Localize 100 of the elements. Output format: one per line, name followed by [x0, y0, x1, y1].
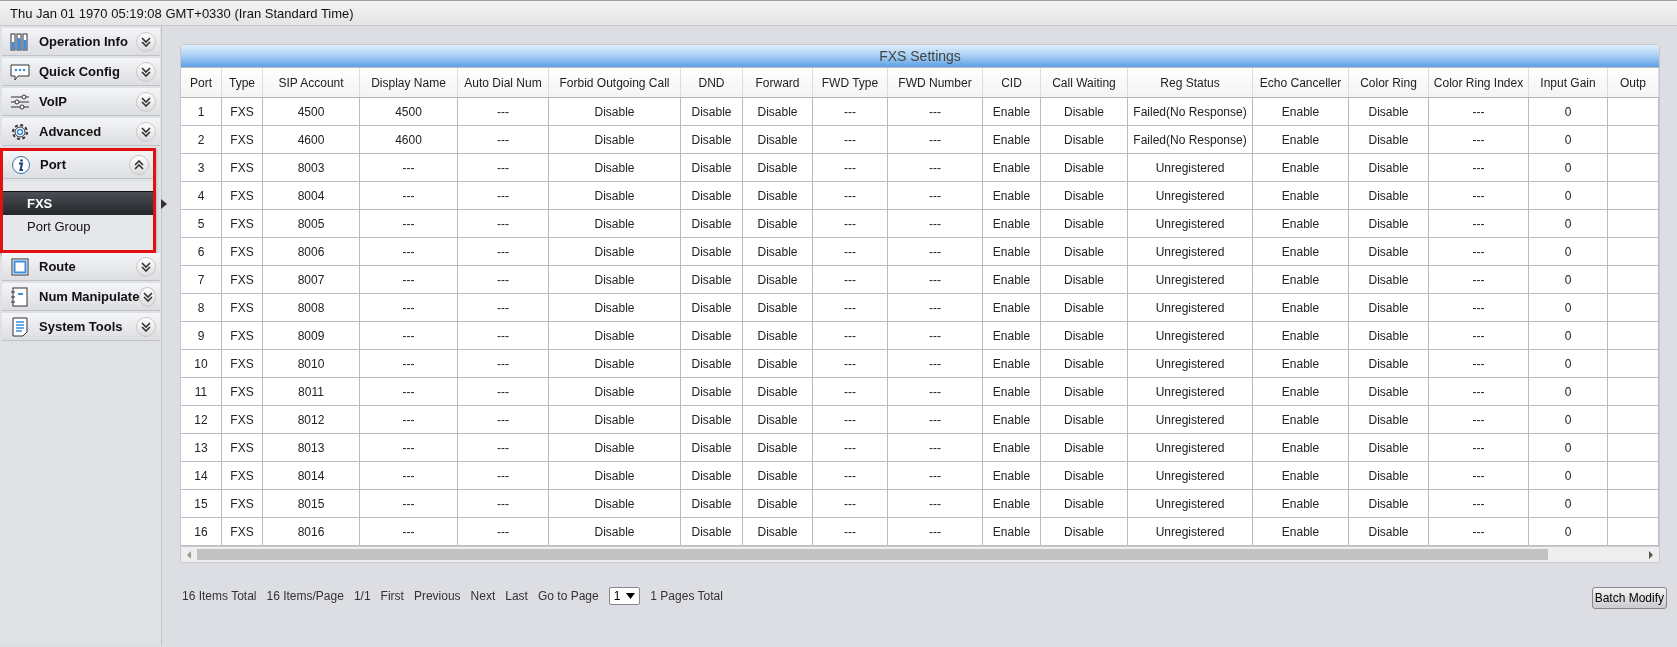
table-cell: 9 — [181, 321, 222, 350]
table-cell: Disable — [1040, 377, 1128, 406]
expand-chevron-icon[interactable] — [136, 121, 156, 142]
table-cell: Unregistered — [1127, 237, 1253, 266]
expand-chevron-icon[interactable] — [136, 31, 156, 52]
sidebar-menu-item[interactable]: VoIP — [2, 88, 160, 116]
table-cell: Disable — [548, 405, 681, 434]
table-cell: --- — [457, 349, 549, 378]
table-cell: Enable — [982, 517, 1041, 546]
page-dropdown[interactable]: 1 — [608, 587, 641, 605]
pointer-icon — [161, 199, 167, 209]
table-cell: 3 — [181, 153, 222, 182]
table-cell: --- — [887, 377, 983, 406]
table-cell: Unregistered — [1127, 153, 1253, 182]
column-header: DND — [680, 68, 743, 98]
table-cell: FXS — [221, 349, 263, 378]
column-header: Outp — [1607, 68, 1659, 98]
table-cell: Enable — [1252, 461, 1349, 490]
sidebar-menu-item[interactable]: Advanced — [2, 118, 160, 146]
column-header: FWD Type — [812, 68, 888, 98]
table-cell: --- — [1428, 461, 1529, 490]
table-cell: Disable — [680, 181, 743, 210]
table-cell: Disable — [548, 97, 681, 126]
batch-modify-button[interactable]: Batch Modify — [1591, 587, 1667, 609]
table-cell: 4 — [181, 181, 222, 210]
table-cell: --- — [359, 293, 458, 322]
table-cell: Disable — [1348, 125, 1429, 154]
table-cell: Disable — [1040, 489, 1128, 518]
sidebar-menu-item[interactable]: Route — [2, 253, 160, 281]
expand-chevron-icon[interactable] — [136, 316, 156, 337]
sidebar-menu-item[interactable]: Operation Info — [2, 28, 160, 56]
expand-chevron-icon[interactable] — [136, 256, 156, 277]
sidebar-menu-item[interactable]: Port — [3, 151, 153, 179]
table-cell: --- — [812, 489, 888, 518]
table-cell: Disable — [548, 125, 681, 154]
expand-chevron-icon[interactable] — [139, 286, 156, 307]
table-cell: Disable — [548, 433, 681, 462]
table-cell: --- — [1428, 517, 1529, 546]
table-cell: --- — [1428, 237, 1529, 266]
table-cell: Disable — [1348, 461, 1429, 490]
previous-page-link[interactable]: Previous — [413, 589, 461, 603]
menu-label: Advanced — [39, 124, 103, 139]
table-cell: --- — [457, 489, 549, 518]
horizontal-scrollbar[interactable] — [181, 546, 1659, 562]
table-cell: 2 — [181, 125, 222, 154]
table-cell: Disable — [548, 489, 681, 518]
sidebar-menu-item[interactable]: Quick Config — [2, 58, 160, 86]
scroll-right-icon[interactable] — [1647, 550, 1655, 559]
table-cell: --- — [887, 321, 983, 350]
table-cell: --- — [359, 461, 458, 490]
table-cell: Disable — [680, 433, 743, 462]
table-cell: Disable — [1040, 405, 1128, 434]
first-page-link[interactable]: First — [380, 589, 404, 603]
table-cell: 11 — [181, 377, 222, 406]
table-cell: Disable — [742, 125, 813, 154]
table-cell: --- — [1428, 405, 1529, 434]
table-cell: Enable — [982, 97, 1041, 126]
table-cell: --- — [887, 209, 983, 238]
table-cell: Enable — [982, 349, 1041, 378]
menu-label: Operation Info — [39, 34, 129, 49]
table-cell: Enable — [1252, 181, 1349, 210]
table-cell: Disable — [1040, 125, 1128, 154]
table-cell: 8015 — [262, 489, 360, 518]
expand-chevron-icon[interactable] — [136, 91, 156, 112]
last-page-link[interactable]: Last — [505, 589, 528, 603]
items-total-text: 16 Items Total — [182, 589, 257, 603]
table-cell: Enable — [982, 293, 1041, 322]
table-cell: --- — [457, 405, 549, 434]
column-header: Input Gain — [1528, 68, 1608, 98]
table-cell: Disable — [548, 349, 681, 378]
table-cell: Disable — [1040, 349, 1128, 378]
collapse-chevron-icon[interactable] — [129, 154, 149, 175]
next-page-link[interactable]: Next — [470, 589, 496, 603]
table-cell: 8007 — [262, 265, 360, 294]
table-cell: Disable — [742, 153, 813, 182]
table-cell: Enable — [982, 209, 1041, 238]
table-cell: Disable — [1040, 433, 1128, 462]
expand-chevron-icon[interactable] — [136, 61, 156, 82]
table-cell: --- — [812, 349, 888, 378]
table-cell: --- — [887, 181, 983, 210]
scrollbar-thumb[interactable] — [197, 549, 1548, 560]
table-cell: 0 — [1528, 293, 1608, 322]
sidebar-menu-item[interactable]: Num Manipulate — [2, 283, 160, 311]
table-cell: --- — [359, 405, 458, 434]
table-cell: --- — [457, 153, 549, 182]
table-cell: --- — [359, 209, 458, 238]
table-cell: --- — [812, 405, 888, 434]
table-cell: Enable — [982, 433, 1041, 462]
table-cell: Disable — [1348, 405, 1429, 434]
sidebar-menu-item[interactable]: System Tools — [2, 313, 160, 341]
table-cell: Disable — [1040, 209, 1128, 238]
column-header: Color Ring Index — [1428, 68, 1529, 98]
table-cell: --- — [812, 209, 888, 238]
table-cell: --- — [457, 377, 549, 406]
go-to-page-label: Go to Page — [537, 589, 599, 603]
bars-icon — [10, 31, 30, 52]
submenu-item[interactable]: Port Group — [3, 215, 153, 238]
table-cell: --- — [887, 349, 983, 378]
table-cell: Unregistered — [1127, 405, 1253, 434]
table-cell: Enable — [1252, 237, 1349, 266]
